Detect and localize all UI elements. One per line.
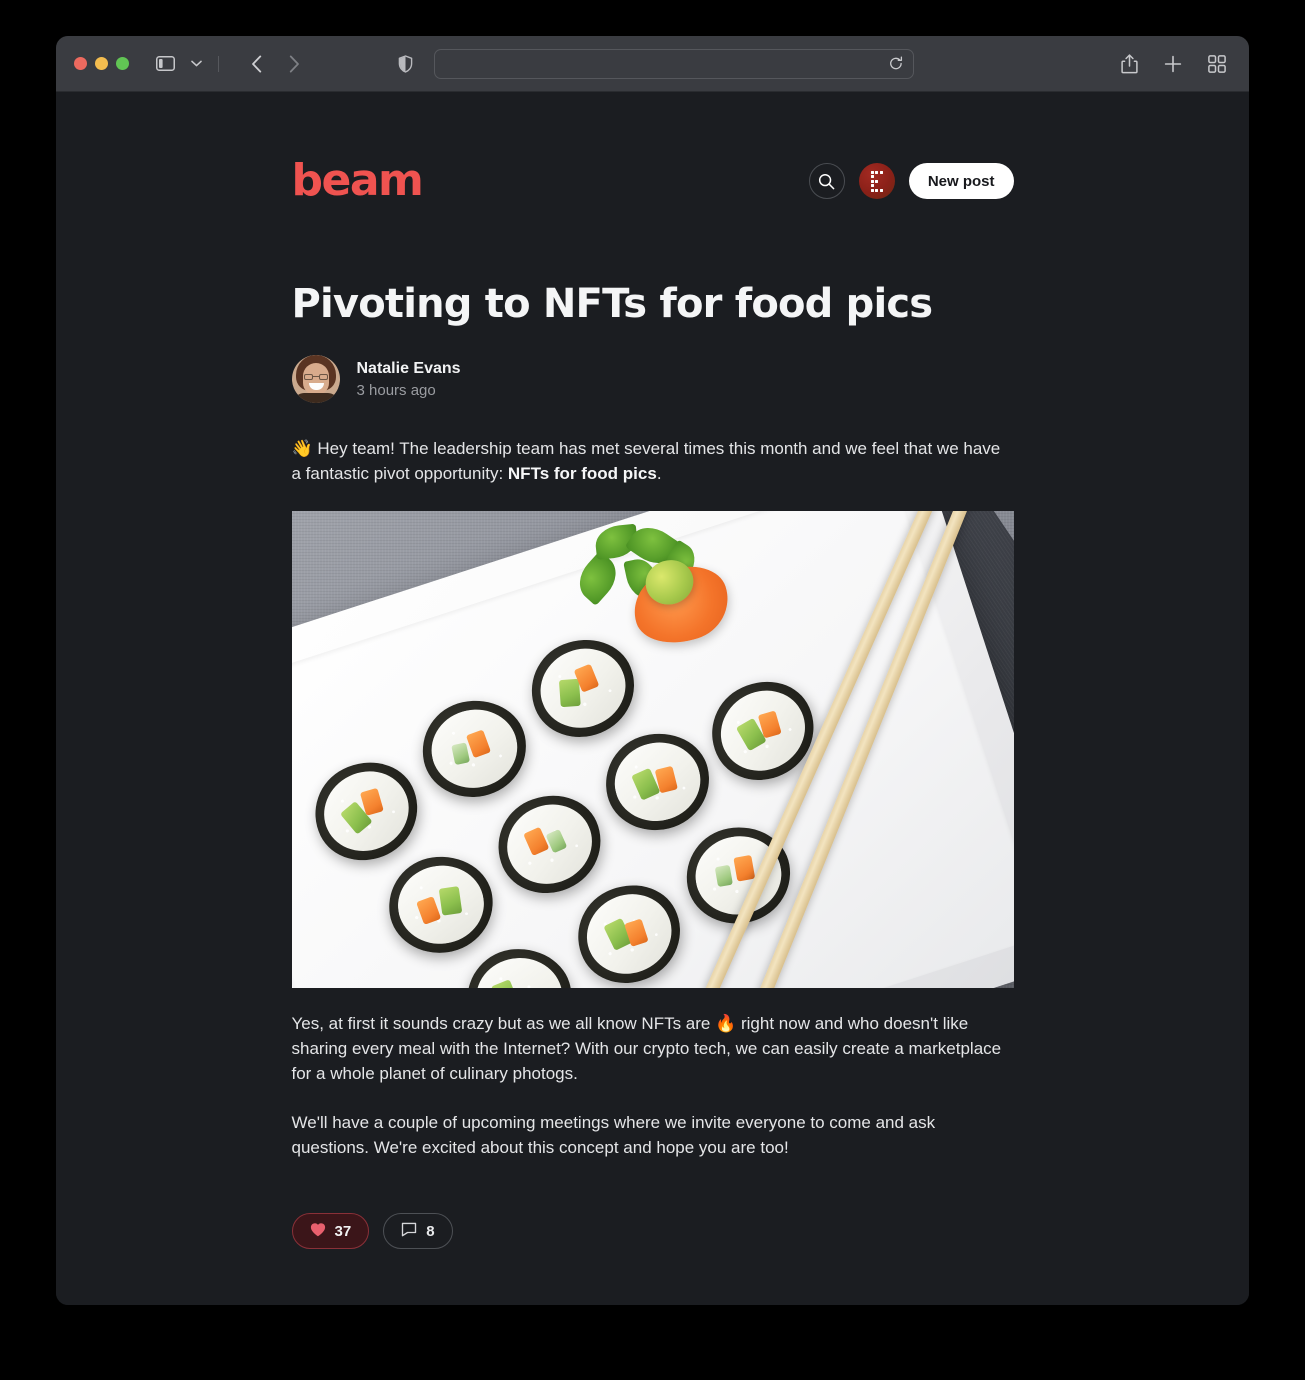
reload-icon[interactable] (889, 56, 903, 71)
site-header: beam New post (292, 157, 1014, 205)
close-window-button[interactable] (74, 57, 87, 70)
url-input[interactable] (444, 56, 889, 71)
post-paragraph-3: We'll have a couple of upcoming meetings… (291, 1113, 936, 1158)
zoom-window-button[interactable] (116, 57, 129, 70)
tab-grid-icon[interactable] (1203, 50, 1231, 78)
address-bar[interactable] (433, 48, 914, 79)
avatar-glasses-right (318, 374, 328, 381)
sidebar-icon[interactable] (151, 50, 179, 78)
beam-logo[interactable]: beam (292, 159, 424, 203)
navigation-controls (242, 50, 308, 78)
back-arrow-icon[interactable] (242, 50, 270, 78)
post-timestamp: 3 hours ago (356, 381, 436, 399)
forward-arrow-icon[interactable] (280, 50, 308, 78)
page-title: Pivoting to NFTs for food pics (291, 281, 934, 327)
heart-icon (310, 1222, 326, 1241)
address-bar-region (56, 48, 1249, 79)
like-count: 37 (334, 1222, 352, 1240)
like-button[interactable]: 37 (291, 1213, 370, 1250)
header-actions: New post (808, 163, 1014, 199)
post-reactions: 37 8 (291, 1213, 1014, 1305)
user-identicon[interactable] (858, 163, 895, 199)
avatar-shoulders (293, 393, 338, 404)
minimize-window-button[interactable] (95, 57, 108, 70)
toolbar-right-actions (1115, 50, 1231, 78)
post-byline: Natalie Evans 3 hours ago (291, 355, 1014, 404)
browser-window: beam New post Pivoting to NFTs for food … (56, 36, 1249, 1305)
post-paragraph-2: Yes, at first it sounds crazy but as we … (291, 1014, 1002, 1084)
search-icon[interactable] (808, 163, 845, 199)
comment-bubble-icon (401, 1222, 417, 1241)
avatar[interactable] (291, 355, 340, 404)
sidebar-controls (151, 50, 224, 78)
share-icon[interactable] (1115, 50, 1143, 78)
paragraph-1-tail: . (656, 464, 662, 484)
plus-icon[interactable] (1159, 50, 1187, 78)
browser-toolbar (56, 36, 1249, 92)
toolbar-divider (218, 55, 219, 72)
identicon-pattern (870, 170, 883, 192)
privacy-shield-icon[interactable] (392, 50, 420, 78)
post-paragraph-1: 👋 Hey team! The leadership team has met … (292, 437, 1014, 487)
comment-count: 8 (426, 1222, 435, 1240)
traffic-lights (74, 57, 129, 70)
byline-text: Natalie Evans 3 hours ago (357, 360, 461, 399)
new-post-button[interactable]: New post (908, 163, 1014, 199)
post-body: 👋 Hey team! The leadership team has met … (291, 437, 1014, 1161)
author-name[interactable]: Natalie Evans (357, 360, 461, 378)
chevron-down-icon[interactable] (182, 50, 210, 78)
page-content: beam New post Pivoting to NFTs for food … (291, 92, 1014, 1305)
post-image[interactable] (291, 511, 1014, 989)
paragraph-1-emphasis: NFTs for food pics (507, 464, 657, 484)
page-viewport: beam New post Pivoting to NFTs for food … (56, 92, 1249, 1305)
avatar-glasses-bridge (312, 376, 319, 378)
avatar-glasses-left (303, 374, 313, 381)
comment-button[interactable]: 8 (383, 1213, 453, 1250)
